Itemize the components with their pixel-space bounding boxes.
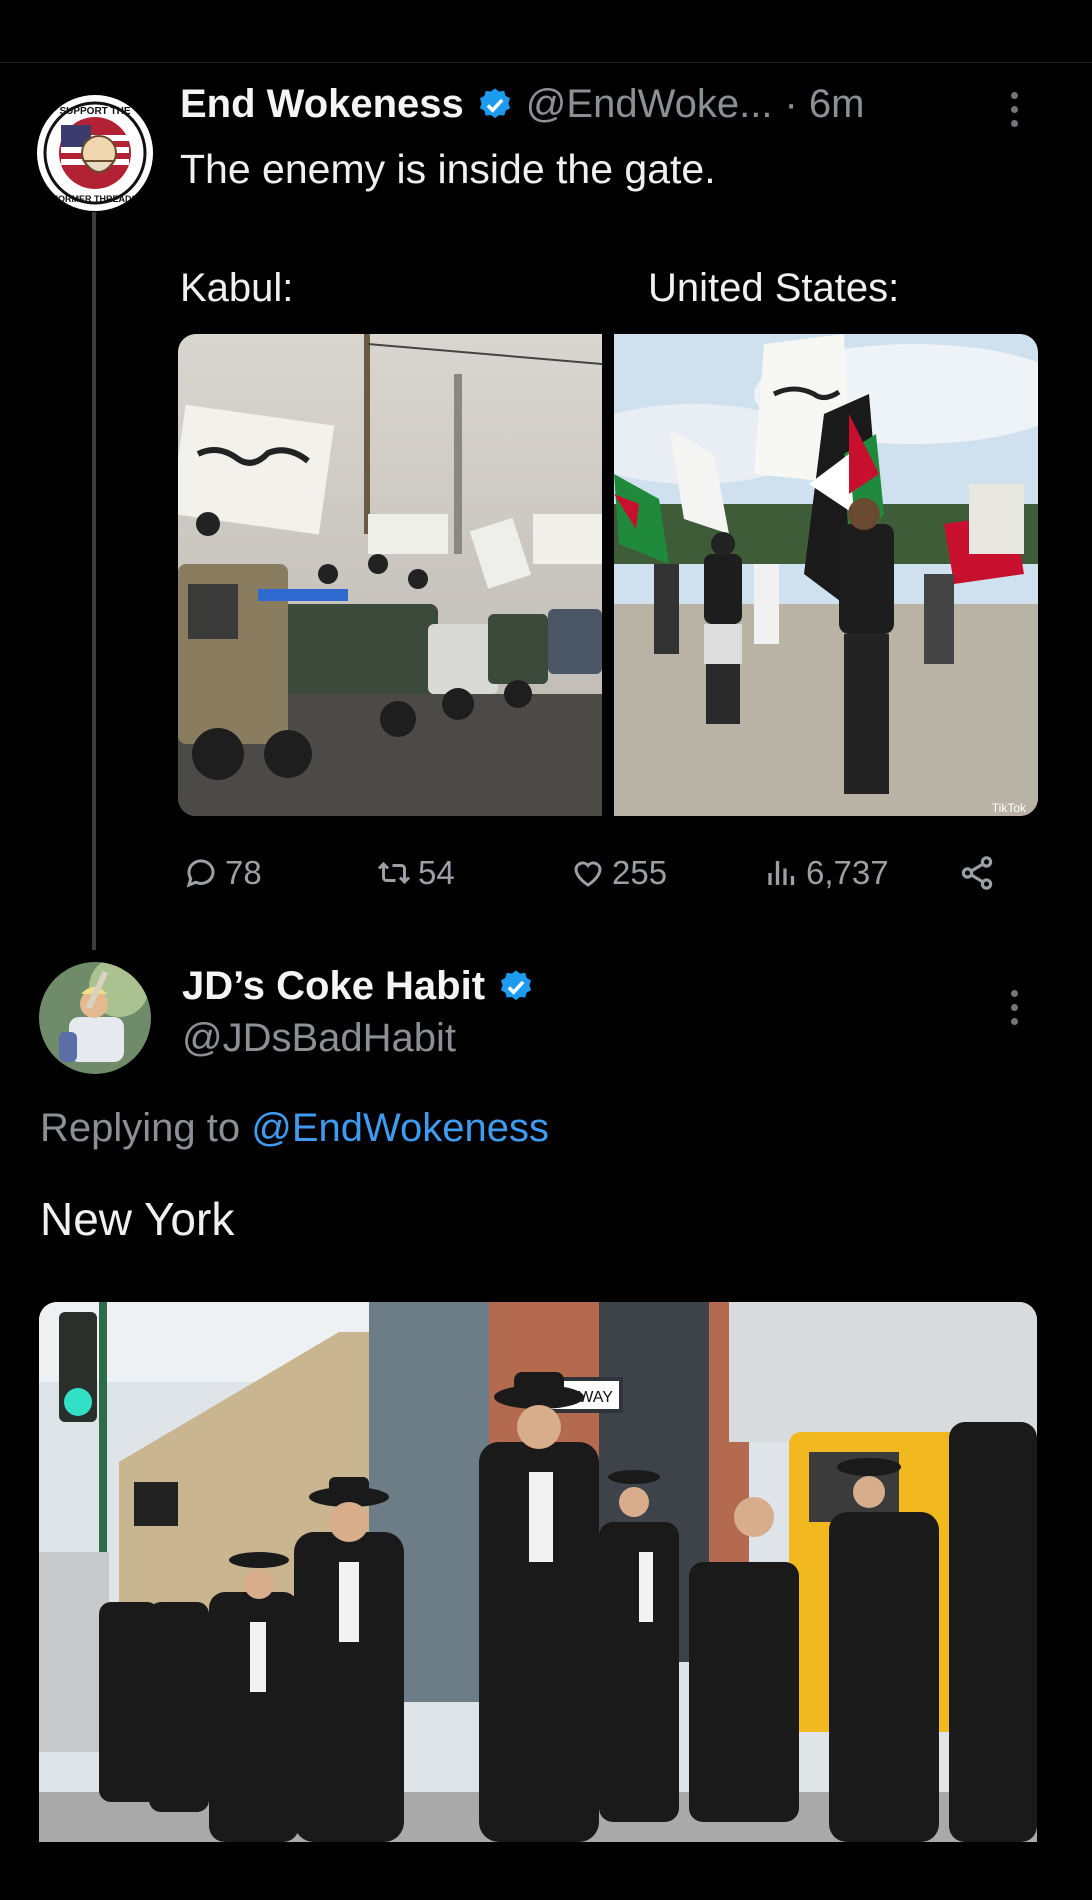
svg-text:FORMER THREADS: FORMER THREADS [53, 194, 138, 204]
image-label-kabul: Kabul: [180, 266, 294, 310]
top-divider [0, 62, 1092, 63]
end-wokeness-avatar[interactable]: SUPPORT THE FORMER THREADS [37, 95, 153, 211]
reply-header: JD’s Coke Habit [182, 964, 535, 1009]
like-button[interactable]: 255 [570, 854, 667, 892]
avatar-badge-image: SUPPORT THE FORMER THREADS [39, 97, 151, 209]
verified-badge-icon [479, 87, 510, 118]
street-photo: ONE WAY [39, 1302, 1037, 1842]
svg-text:TikTok: TikTok [992, 801, 1027, 815]
views-icon [768, 861, 795, 885]
post-header: End Wokeness @EndWoke... · 6m [180, 82, 864, 127]
reply-handle[interactable]: @JDsBadHabit [182, 1016, 456, 1061]
jds-coke-habit-avatar[interactable] [39, 962, 151, 1074]
post-text: The enemy is inside the gate. [180, 146, 716, 192]
reply-icon [186, 859, 215, 888]
share-icon [961, 856, 993, 890]
repost-button[interactable]: 54 [376, 854, 455, 892]
image-label-united-states: United States: [648, 266, 900, 310]
svg-text:SUPPORT THE: SUPPORT THE [59, 106, 130, 117]
like-icon [574, 861, 602, 887]
repost-count: 54 [418, 854, 455, 891]
like-count: 255 [612, 854, 668, 891]
post-image-kabul[interactable] [178, 334, 602, 816]
post-handle[interactable]: @EndWoke... [526, 82, 773, 127]
reply-button[interactable]: 78 [183, 854, 262, 892]
march-photo: TikTok [614, 334, 1038, 816]
post-timestamp[interactable]: · 6m [784, 82, 864, 127]
reply-text: New York [40, 1193, 235, 1245]
thread-connector-line [92, 212, 96, 950]
views-button[interactable]: 6,737 [764, 854, 889, 892]
convoy-photo [178, 334, 602, 816]
share-button[interactable] [958, 854, 996, 892]
post-image-united-states[interactable]: TikTok [614, 334, 1038, 816]
replying-to-mention[interactable]: @EndWokeness [251, 1106, 549, 1150]
views-count: 6,737 [806, 854, 889, 891]
reply-image-new-york[interactable]: ONE WAY [39, 1302, 1037, 1842]
replying-to-prefix: Replying to [40, 1106, 252, 1150]
reply-display-name[interactable]: JD’s Coke Habit [182, 964, 485, 1009]
replying-to-line: Replying to @EndWokeness [40, 1106, 549, 1151]
reply-count: 78 [225, 854, 262, 891]
repost-icon [377, 861, 411, 885]
post-more-options-icon[interactable] [1008, 92, 1020, 127]
reply-more-options-icon[interactable] [1008, 990, 1020, 1025]
golfer-avatar-image [39, 962, 151, 1074]
verified-badge-icon [501, 969, 532, 1000]
post-display-name[interactable]: End Wokeness [180, 82, 464, 127]
